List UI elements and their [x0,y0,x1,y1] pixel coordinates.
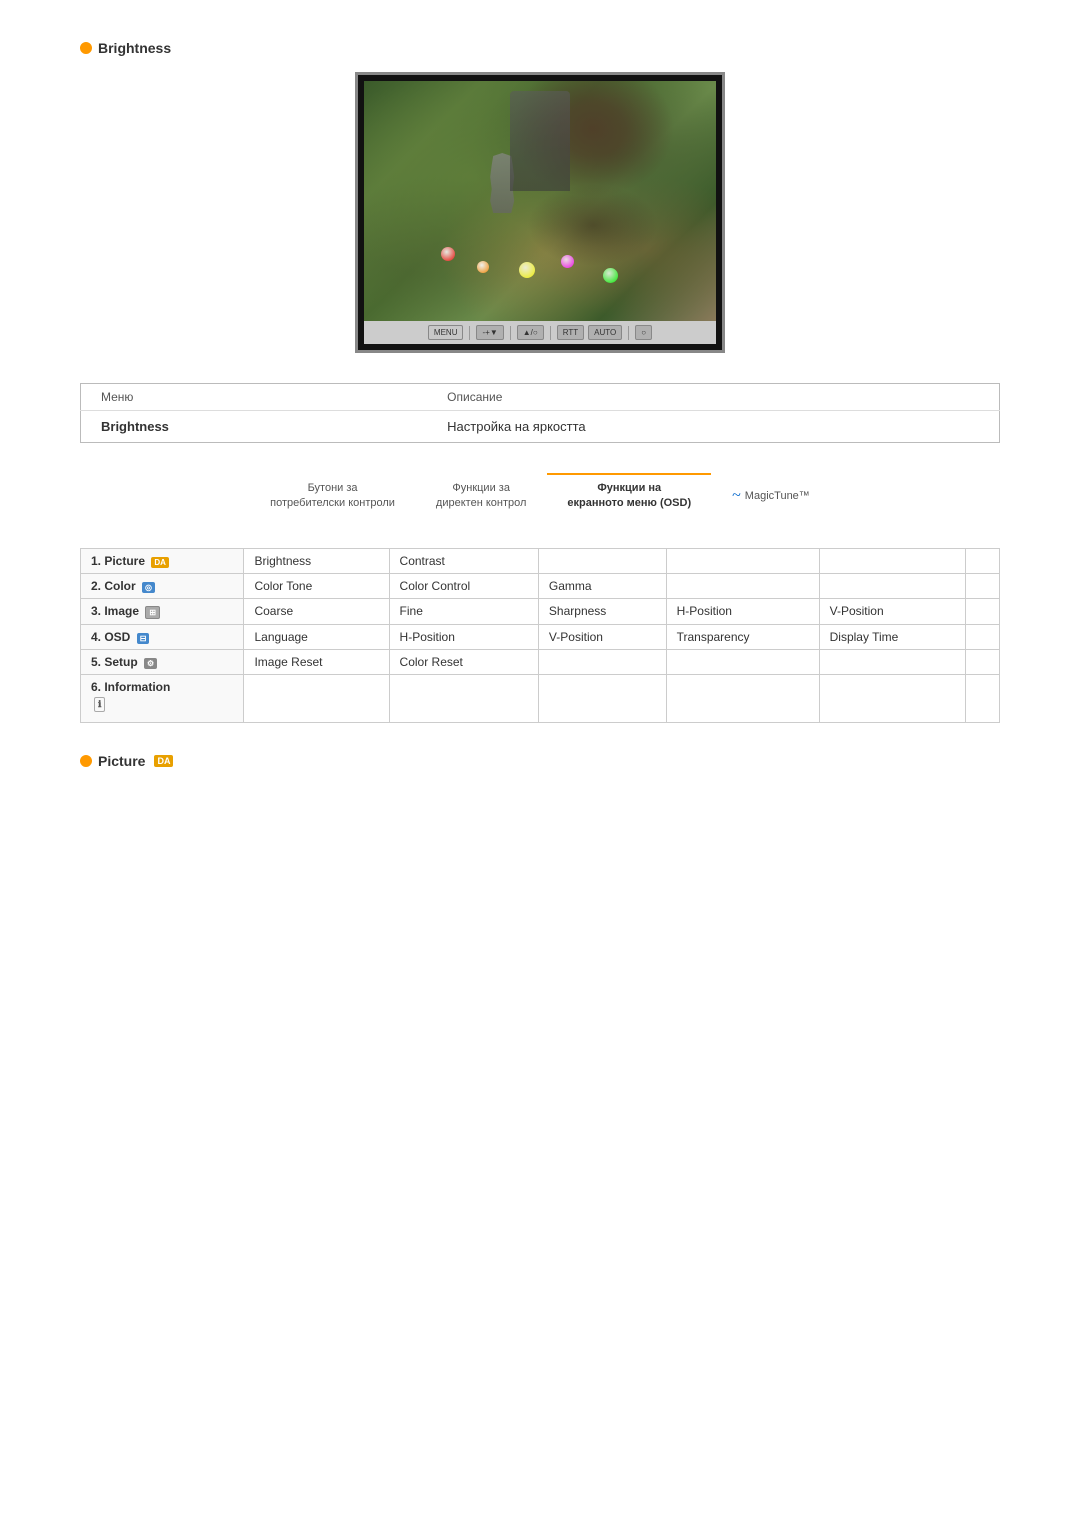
cell-empty-5 [666,573,819,598]
menu-row-osd: 4. OSD ⊟ [81,624,244,649]
table-row: 1. Picture DA Brightness Contrast [81,548,1000,573]
table-row: 3. Image ⊞ Coarse Fine Sharpness H-Posit… [81,598,1000,624]
nav-magictune[interactable]: ~ MagicTune™ [712,473,830,518]
image-badge: ⊞ [145,606,160,619]
monitor-screen [364,81,716,321]
picture-title-badge: DA [154,755,173,767]
picture-heading: Picture DA [80,753,1000,769]
nav-osd[interactable]: Функции на екранното меню (OSD) [547,473,711,518]
magictune-text: MagicTune™ [745,489,810,504]
cell-empty-14 [244,674,389,722]
description-col-header: Описание [427,384,999,411]
nav-user-controls[interactable]: Бутони за потребителски контроли [250,473,415,518]
picture-label: 1. Picture [91,554,148,568]
picture-circle-icon [80,755,92,767]
menu-description-brightness: Настройка на яркостта [427,411,999,443]
cell-empty-3 [819,548,965,573]
cell-contrast: Contrast [389,548,538,573]
menu-row-color: 2. Color ◎ [81,573,244,598]
table-row: 6. Information ℹ [81,674,1000,722]
cell-brightness: Brightness [244,548,389,573]
menu-row-image: 3. Image ⊞ [81,598,244,624]
cell-h-position: H-Position [666,598,819,624]
cell-empty-9 [965,624,999,649]
brightness-title-text: Brightness [98,40,171,56]
table-row: 5. Setup ⚙ Image Reset Color Reset [81,649,1000,674]
osd-label: 4. OSD [91,630,134,644]
brightness-heading: Brightness [80,40,1000,56]
table-row: 4. OSD ⊟ Language H-Position V-Position … [81,624,1000,649]
cell-empty-17 [666,674,819,722]
cell-gamma: Gamma [538,573,666,598]
nav-direct-line1: Функции за [452,481,510,496]
nav-direct-control[interactable]: Функции за директен контрол [416,473,546,518]
monitor-frame: MENU -+▼ ▲/○ RTT AUTO ○ [355,72,725,353]
magictune-wave-icon: ~ [732,485,741,507]
cell-color-control: Color Control [389,573,538,598]
cell-empty-1 [538,548,666,573]
cell-empty-18 [819,674,965,722]
cell-language: Language [244,624,389,649]
menu-row-information: 6. Information ℹ [81,674,244,722]
monitor-display: MENU -+▼ ▲/○ RTT AUTO ○ [80,72,1000,353]
cell-empty-4 [965,548,999,573]
picture-badge: DA [151,557,169,568]
cell-empty-19 [965,674,999,722]
menu-row-picture: 1. Picture DA [81,548,244,573]
menu-item-brightness: Brightness [81,411,428,443]
cell-v-position: V-Position [819,598,965,624]
cell-empty-16 [538,674,666,722]
info-badge: ℹ [94,697,105,712]
color-badge: ◎ [142,582,155,593]
menu-row-setup: 5. Setup ⚙ [81,649,244,674]
menu-col-header: Меню [81,384,428,411]
monitor-rtt-btn[interactable]: RTT [557,325,584,340]
cell-empty-10 [538,649,666,674]
cell-empty-11 [666,649,819,674]
cell-empty-8 [965,598,999,624]
nav-osd-line2: екранното меню (OSD) [567,496,691,511]
monitor-buttons-row: MENU -+▼ ▲/○ RTT AUTO ○ [364,321,716,344]
nav-user-line2: потребителски контроли [270,496,395,511]
cell-sharpness: Sharpness [538,598,666,624]
monitor-menu-btn[interactable]: MENU [428,325,464,340]
nav-user-line1: Бутони за [308,481,358,496]
setup-badge: ⚙ [144,658,157,669]
cell-transparency: Transparency [666,624,819,649]
nav-bar: Бутони за потребителски контроли Функции… [80,473,1000,518]
nav-osd-line1: Функции на [597,481,661,496]
cell-fine: Fine [389,598,538,624]
cell-h-position-osd: H-Position [389,624,538,649]
cell-color-reset: Color Reset [389,649,538,674]
cell-display-time: Display Time [819,624,965,649]
nav-direct-line2: директен контрол [436,496,526,511]
table-row: 2. Color ◎ Color Tone Color Control Gamm… [81,573,1000,598]
cell-empty-15 [389,674,538,722]
cell-empty-13 [965,649,999,674]
cell-empty-6 [819,573,965,598]
cell-coarse: Coarse [244,598,389,624]
monitor-up-btn[interactable]: ▲/○ [517,325,544,340]
image-label: 3. Image [91,604,142,618]
menu-description-table: Меню Описание Brightness Настройка на яр… [80,383,1000,443]
color-label: 2. Color [91,579,139,593]
information-label: 6. Information [91,680,233,694]
monitor-power-btn[interactable]: ○ [635,325,652,340]
cell-color-tone: Color Tone [244,573,389,598]
cell-empty-7 [965,573,999,598]
menu-grid-table: 1. Picture DA Brightness Contrast 2. Col… [80,548,1000,723]
cell-image-reset: Image Reset [244,649,389,674]
monitor-minus-btn[interactable]: -+▼ [476,325,503,340]
picture-title-text: Picture [98,753,145,769]
cell-empty-12 [819,649,965,674]
cell-v-position-osd: V-Position [538,624,666,649]
cell-empty-2 [666,548,819,573]
monitor-auto-btn[interactable]: AUTO [588,325,622,340]
osd-badge: ⊟ [137,633,150,644]
setup-label: 5. Setup [91,655,141,669]
brightness-circle-icon [80,42,92,54]
